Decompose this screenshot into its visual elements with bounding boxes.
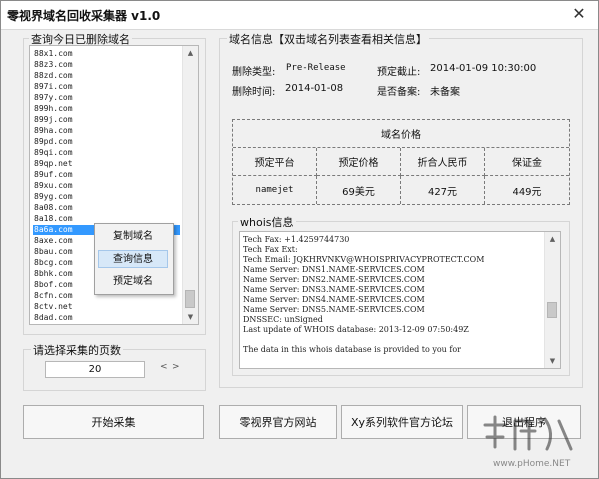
window-title: 零视界域名回收采集器 v1.0 bbox=[7, 9, 161, 23]
watermark-site-text: www.pHome.NET bbox=[493, 459, 571, 469]
domain-list-item[interactable]: 8dad.com bbox=[33, 313, 180, 323]
whois-line: Name Server: DNS5.NAME-SERVICES.COM bbox=[243, 305, 425, 314]
domain-list-item[interactable]: 89yg.com bbox=[33, 192, 180, 202]
domain-list-item[interactable]: 89xu.com bbox=[33, 181, 180, 191]
domain-list-scrollbar[interactable]: ▲ ▼ bbox=[182, 46, 198, 324]
context-item-reserve-domain[interactable]: 预定域名 bbox=[98, 273, 168, 291]
price-table: 域名价格 预定平台 预定价格 折合人民币 保证金 namejet 69美元 42… bbox=[232, 119, 570, 205]
delete-time-label: 删除时间: bbox=[232, 87, 276, 98]
scroll-down-arrow-icon[interactable]: ▼ bbox=[183, 310, 198, 324]
price-cell-rmb: 427元 bbox=[401, 176, 485, 204]
price-cell-deposit: 449元 bbox=[512, 186, 542, 198]
domain-list-item[interactable]: 88x1.com bbox=[33, 49, 180, 59]
whois-line: The data in this whois database is provi… bbox=[243, 345, 461, 354]
reserve-deadline-label: 预定截止: bbox=[377, 67, 421, 78]
scroll-thumb[interactable] bbox=[185, 290, 195, 308]
domain-list-item[interactable]: 89pd.com bbox=[33, 137, 180, 147]
pages-group-title: 请选择采集的页数 bbox=[31, 342, 123, 358]
forum-button[interactable]: Xy系列软件官方论坛 bbox=[341, 405, 463, 439]
scroll-up-arrow-icon[interactable]: ▲ bbox=[183, 46, 198, 60]
price-cell-price: 69美元 bbox=[317, 176, 401, 204]
delete-time-value: 2014-01-08 bbox=[285, 83, 344, 94]
icp-value: 未备案 bbox=[430, 87, 460, 98]
domain-list-item[interactable]: 88zd.com bbox=[33, 71, 180, 81]
domain-info-group-title: 域名信息【双击域名列表查看相关信息】 bbox=[227, 31, 429, 47]
whois-line: Name Server: DNS1.NAME-SERVICES.COM bbox=[243, 265, 425, 274]
price-header-price: 预定价格 bbox=[317, 148, 401, 176]
whois-scroll-thumb[interactable] bbox=[547, 302, 557, 318]
start-collect-button[interactable]: 开始采集 bbox=[23, 405, 204, 439]
domain-list-item[interactable]: 88z3.com bbox=[33, 60, 180, 70]
price-cell-platform: namejet bbox=[233, 176, 317, 204]
whois-line: Last update of WHOIS database: 2013-12-0… bbox=[243, 325, 469, 334]
whois-line: Tech Fax: +1.4259744730 bbox=[243, 235, 350, 244]
official-site-button[interactable]: 零视界官方网站 bbox=[219, 405, 337, 439]
domain-list-item[interactable]: 89ha.com bbox=[33, 126, 180, 136]
domain-list-item[interactable]: 899h.com bbox=[33, 104, 180, 114]
domain-list-item[interactable]: 8ctv.net bbox=[33, 302, 180, 312]
price-header-deposit: 保证金 bbox=[485, 148, 569, 176]
whois-line: Name Server: DNS3.NAME-SERVICES.COM bbox=[243, 285, 425, 294]
pages-input[interactable]: 20 bbox=[45, 361, 145, 378]
whois-line: DNSSEC: unSigned bbox=[243, 315, 323, 324]
icp-label: 是否备案: bbox=[377, 87, 421, 98]
context-item-copy-domain[interactable]: 复制域名 bbox=[98, 228, 168, 246]
title-bar: 零视界域名回收采集器 v1.0 ✕ bbox=[1, 1, 598, 30]
domain-list-item[interactable]: 89qp.net bbox=[33, 159, 180, 169]
domain-list-item[interactable]: 899j.com bbox=[33, 115, 180, 125]
pages-prev-button[interactable]: < bbox=[160, 362, 168, 372]
app-window: 零视界域名回收采集器 v1.0 ✕ 查询今日已删除域名 88x1.com 88z3… bbox=[0, 0, 599, 479]
whois-scrollbar[interactable]: ▲ ▼ bbox=[544, 232, 560, 368]
price-header-rmb: 折合人民币 bbox=[401, 148, 485, 176]
whois-scroll-down-arrow-icon[interactable]: ▼ bbox=[545, 354, 560, 368]
price-table-title: 域名价格 bbox=[233, 120, 569, 148]
domain-list-item[interactable]: 89uf.com bbox=[33, 170, 180, 180]
whois-line: Tech Email: JQKHRVNKV@WHOISPRIVACYPROTEC… bbox=[243, 255, 485, 264]
watermark-logo: www.pHome.NET bbox=[463, 403, 595, 475]
context-item-query-info[interactable]: 查询信息 bbox=[98, 250, 168, 268]
whois-line: Tech Fax Ext: bbox=[243, 245, 298, 254]
domain-list-item[interactable]: 8a08.com bbox=[33, 203, 180, 213]
delete-type-label: 删除类型: bbox=[232, 67, 276, 78]
delete-type-value: Pre-Release bbox=[286, 63, 346, 73]
reserve-deadline-value: 2014-01-09 10:30:00 bbox=[430, 63, 537, 74]
whois-group-title: whois信息 bbox=[238, 214, 296, 230]
domain-list-item[interactable]: 89qi.com bbox=[33, 148, 180, 158]
domain-context-menu: 复制域名 查询信息 预定域名 bbox=[94, 223, 174, 295]
pages-next-button[interactable]: > bbox=[172, 362, 180, 372]
domain-list-item[interactable]: 897y.com bbox=[33, 93, 180, 103]
whois-line: Name Server: DNS2.NAME-SERVICES.COM bbox=[243, 275, 425, 284]
domain-list-item[interactable]: 897i.com bbox=[33, 82, 180, 92]
price-header-platform: 预定平台 bbox=[233, 148, 317, 176]
whois-scroll-up-arrow-icon[interactable]: ▲ bbox=[545, 232, 560, 246]
close-button[interactable]: ✕ bbox=[568, 4, 590, 24]
whois-textbox[interactable]: Tech Fax: +1.4259744730 Tech Fax Ext: Tech… bbox=[239, 231, 561, 369]
whois-line: Name Server: DNS4.NAME-SERVICES.COM bbox=[243, 295, 425, 304]
